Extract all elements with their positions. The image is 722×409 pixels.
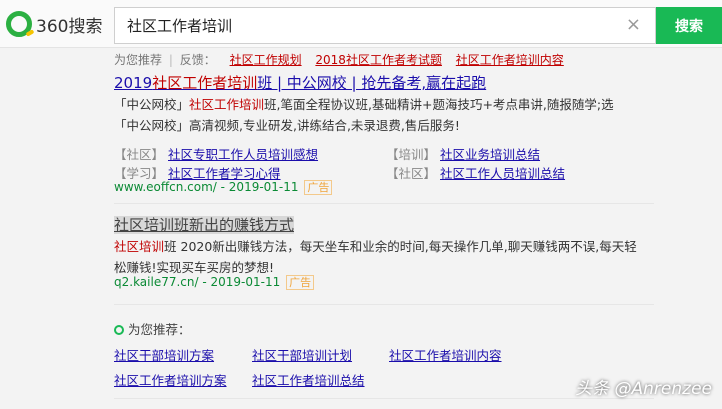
desc-highlight: 社区工作培训: [189, 97, 265, 112]
recommend-bar: 为您推荐 | 反馈： 社区工作规划 2018社区工作者考试题 社区工作者培训内容: [114, 51, 564, 68]
result-url[interactable]: www.eoffcn.com/ - 2019-01-11: [114, 180, 299, 194]
sitelink-tag: 【社区】: [114, 147, 165, 162]
clear-icon[interactable]: ×: [626, 15, 641, 35]
divider: [114, 398, 654, 399]
search-button[interactable]: 搜索: [656, 7, 722, 44]
divider: [114, 203, 654, 204]
sitelink-link[interactable]: 社区工作人员培训总结: [440, 166, 565, 181]
circle-icon: [114, 325, 124, 335]
feedback-link[interactable]: 反馈：: [180, 53, 216, 67]
logo[interactable]: 360搜索: [6, 9, 102, 39]
result-description: 社区培训班 2020新出赚钱方法，每天坐车和业余的时间,每天操作几单,聊天赚钱两…: [114, 236, 659, 278]
sitelink-link[interactable]: 社区业务培训总结: [440, 147, 540, 162]
recommend-section-title: 为您推荐：: [114, 319, 191, 338]
search-input[interactable]: [115, 8, 615, 43]
recommend-link[interactable]: 社区工作规划: [230, 53, 302, 67]
recommend-link[interactable]: 社区干部培训计划: [252, 345, 352, 364]
search-box: ×: [114, 7, 656, 44]
sitelink-tag: 【培训】: [386, 147, 437, 162]
title-suffix: 班 | 中公网校 | 抢先备考,赢在起跑: [257, 74, 487, 92]
ad-badge: 广告: [286, 275, 315, 290]
recommend-label: 为您推荐: [114, 53, 163, 67]
separator: |: [168, 53, 173, 67]
ad-badge: 广告: [304, 180, 333, 195]
recommend-link[interactable]: 社区工作者培训总结: [252, 370, 365, 389]
divider: [114, 304, 654, 305]
sitelink: 【社区】 社区专职工作人员培训感想: [114, 144, 318, 163]
top-bar: 360搜索 × 搜索: [0, 0, 722, 48]
desc-line: 社区培训班 2020新出赚钱方法，每天坐车和业余的时间,每天操作几单,聊天赚钱两…: [114, 236, 659, 257]
sitelink-link[interactable]: 社区专职工作人员培训感想: [168, 147, 318, 162]
watermark: 头条 @Anrenzee: [575, 379, 712, 399]
recommend-link[interactable]: 社区干部培训方案: [114, 345, 214, 364]
recommend-link[interactable]: 社区工作者培训方案: [114, 370, 227, 389]
recommend-link[interactable]: 社区工作者培训内容: [456, 53, 564, 67]
result-title-link[interactable]: 社区培训班新出的赚钱方式: [114, 216, 295, 234]
desc-line: 「中公网校」高清视频,专业研发,讲练结合,未录退费,售后服务!: [114, 118, 460, 133]
result-title-link[interactable]: 2019社区工作者培训班 | 中公网校 | 抢先备考,赢在起跑: [114, 74, 486, 92]
logo-ring-icon: [6, 11, 32, 37]
sitelink-tag: 【学习】: [114, 166, 165, 181]
recommend-link[interactable]: 2018社区工作者考试题: [315, 53, 442, 67]
title-highlight: 社区工作者培训: [152, 74, 258, 92]
sitelink-tag: 【社区】: [386, 166, 437, 181]
result-url[interactable]: q2.kaile77.cn/ - 2019-01-11: [114, 275, 280, 289]
desc-text: 班,笔面全程协议班,基础精讲+题海技巧+考点串讲,随报随学;选: [264, 97, 614, 112]
result-title-row: 社区培训班新出的赚钱方式: [114, 214, 295, 235]
result-url-row: q2.kaile77.cn/ - 2019-01-11 广告: [114, 275, 315, 290]
sitelink: 【培训】 社区业务培训总结: [386, 144, 540, 163]
result-description: 「中公网校」社区工作培训班,笔面全程协议班,基础精讲+题海技巧+考点串讲,随报随…: [114, 94, 659, 136]
desc-highlight: 社区培训: [114, 239, 165, 254]
result-title-row: 2019社区工作者培训班 | 中公网校 | 抢先备考,赢在起跑: [114, 72, 486, 93]
desc-text: 班 2020新出赚钱方法，每天坐车和业余的时间,每天操作几单,聊天赚钱两不误,每…: [164, 239, 637, 254]
recommend-title-text: 为您推荐：: [128, 322, 191, 337]
recommend-link[interactable]: 社区工作者培训内容: [389, 345, 502, 364]
desc-line: 「中公网校」社区工作培训班,笔面全程协议班,基础精讲+题海技巧+考点串讲,随报随…: [114, 94, 659, 115]
desc-text: 「中公网校」: [114, 97, 190, 112]
sitelink-link[interactable]: 社区工作者学习心得: [168, 166, 281, 181]
logo-text: 360搜索: [36, 16, 103, 37]
title-prefix: 2019: [114, 74, 153, 92]
sitelink: 【社区】 社区工作人员培训总结: [386, 163, 565, 182]
result-url-row: www.eoffcn.com/ - 2019-01-11 广告: [114, 180, 333, 195]
